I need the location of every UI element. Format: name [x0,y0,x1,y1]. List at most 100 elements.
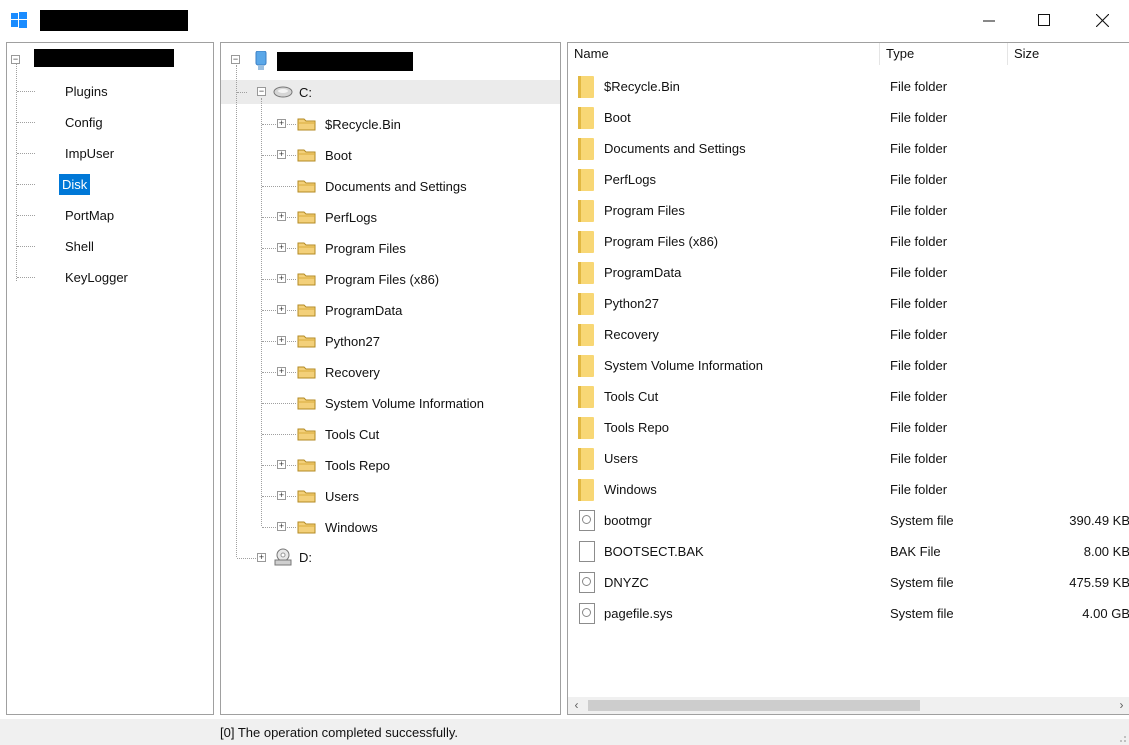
horizontal-scrollbar[interactable]: ‹ › [568,697,1129,714]
collapse-drive-c-icon[interactable]: − [257,87,266,96]
expand-drive-d-icon[interactable]: + [257,553,266,562]
status-text: [0] The operation completed successfully… [220,725,458,740]
folder-icon [297,211,316,224]
tree-folder-item[interactable]: Recovery [325,361,380,383]
tree-folder-item[interactable]: Windows [325,516,378,538]
file-name: Users [604,451,638,466]
tree-folder-item[interactable]: $Recycle.Bin [325,113,401,135]
scroll-left-button[interactable]: ‹ [568,697,585,714]
list-row[interactable]: Program Files File folder [568,195,1129,226]
expand-folder-icon[interactable]: + [277,522,286,531]
scrollbar-thumb[interactable] [588,700,920,711]
file-type: File folder [890,110,948,125]
nav-item-impuser[interactable]: ImpUser [62,143,117,164]
folder-icon [578,386,594,408]
list-row[interactable]: System Volume Information File folder [568,350,1129,381]
tree-folder-item[interactable]: Program Files [325,237,406,259]
close-button[interactable] [1079,0,1125,40]
expand-folder-icon[interactable]: + [277,367,286,376]
resize-grip-icon[interactable] [1117,733,1127,743]
file-name: System Volume Information [604,358,763,373]
list-row[interactable]: Tools Repo File folder [568,412,1129,443]
expand-folder-icon[interactable]: + [277,119,286,128]
folder-icon [297,273,316,286]
minimize-button[interactable] [966,0,1012,40]
tree-folder-item[interactable]: Tools Repo [325,454,390,476]
tree-folder-item[interactable]: Tools Cut [325,423,379,445]
list-row[interactable]: Windows File folder [568,474,1129,505]
list-row[interactable]: Users File folder [568,443,1129,474]
expand-folder-icon[interactable]: + [277,336,286,345]
file-icon [579,541,595,562]
expand-folder-icon[interactable]: + [277,274,286,283]
file-type: File folder [890,482,948,497]
drive-c-label[interactable]: C: [299,82,312,104]
nav-item-portmap[interactable]: PortMap [62,205,117,226]
list-row[interactable]: PerfLogs File folder [568,164,1129,195]
collapse-computer-icon[interactable]: − [231,55,240,64]
file-type: File folder [890,451,948,466]
list-row[interactable]: Boot File folder [568,102,1129,133]
expand-folder-icon[interactable]: + [277,243,286,252]
list-row[interactable]: DNYZC System file 475.59 KB [568,567,1129,598]
title-bar [0,0,1129,40]
folder-icon [578,262,594,284]
drive-d-label[interactable]: D: [299,547,312,569]
status-bar: [0] The operation completed successfully… [0,719,1129,745]
list-row[interactable]: ProgramData File folder [568,257,1129,288]
folder-icon [297,335,316,348]
expand-folder-icon[interactable]: + [277,150,286,159]
nav-item-keylogger[interactable]: KeyLogger [62,267,131,288]
file-name: Documents and Settings [604,141,746,156]
list-row[interactable]: Python27 File folder [568,288,1129,319]
column-header-size[interactable]: Size [1008,43,1129,65]
expand-folder-icon[interactable]: + [277,491,286,500]
tree-folder-item[interactable]: System Volume Information [325,392,484,414]
gear-icon [582,515,591,524]
column-header-name[interactable]: Name [568,43,880,65]
list-row[interactable]: Recovery File folder [568,319,1129,350]
tree-folder-item[interactable]: ProgramData [325,299,402,321]
list-row[interactable]: $Recycle.Bin File folder [568,71,1129,102]
folder-icon [578,200,594,222]
list-row[interactable]: Tools Cut File folder [568,381,1129,412]
tree-folder-item[interactable]: Program Files (x86) [325,268,439,290]
tree-folder-item[interactable]: Documents and Settings [325,175,467,197]
file-name: Boot [604,110,631,125]
maximize-button[interactable] [1021,0,1067,40]
expand-folder-icon[interactable]: + [277,460,286,469]
file-size: 475.59 KB [1069,575,1129,590]
file-name: Program Files (x86) [604,234,719,249]
column-header-type[interactable]: Type [880,43,1008,65]
tree-line [262,403,296,404]
list-row[interactable]: BOOTSECT.BAK BAK File 8.00 KB [568,536,1129,567]
tree-folder-item[interactable]: PerfLogs [325,206,377,228]
tree-line [237,558,256,559]
nav-item-disk[interactable]: Disk [59,174,91,195]
nav-item-config[interactable]: Config [62,112,106,133]
tree-folder-item[interactable]: Boot [325,144,352,166]
folder-icon [578,417,594,439]
system-file-icon [579,510,595,531]
list-row[interactable]: pagefile.sys System file 4.00 GB [568,598,1129,629]
tree-folder-item[interactable]: Users [325,485,359,507]
folder-icon [297,304,316,317]
scroll-right-button[interactable]: › [1113,697,1129,714]
file-name: Python27 [604,296,659,311]
expand-folder-icon[interactable]: + [277,212,286,221]
list-row[interactable]: Program Files (x86) File folder [568,226,1129,257]
list-row[interactable]: bootmgr System file 390.49 KB [568,505,1129,536]
nav-item-shell[interactable]: Shell [62,236,97,257]
maximize-icon [1038,14,1050,26]
file-type: File folder [890,79,948,94]
collapse-root-icon[interactable]: − [11,55,20,64]
tree-line [262,186,296,187]
expand-folder-icon[interactable]: + [277,305,286,314]
tree-line [17,153,35,154]
list-row[interactable]: Documents and Settings File folder [568,133,1129,164]
folder-icon [578,479,594,501]
system-file-icon [579,603,595,624]
tree-folder-item[interactable]: Python27 [325,330,380,352]
nav-item-plugins[interactable]: Plugins [62,81,111,102]
close-icon [1095,13,1109,27]
